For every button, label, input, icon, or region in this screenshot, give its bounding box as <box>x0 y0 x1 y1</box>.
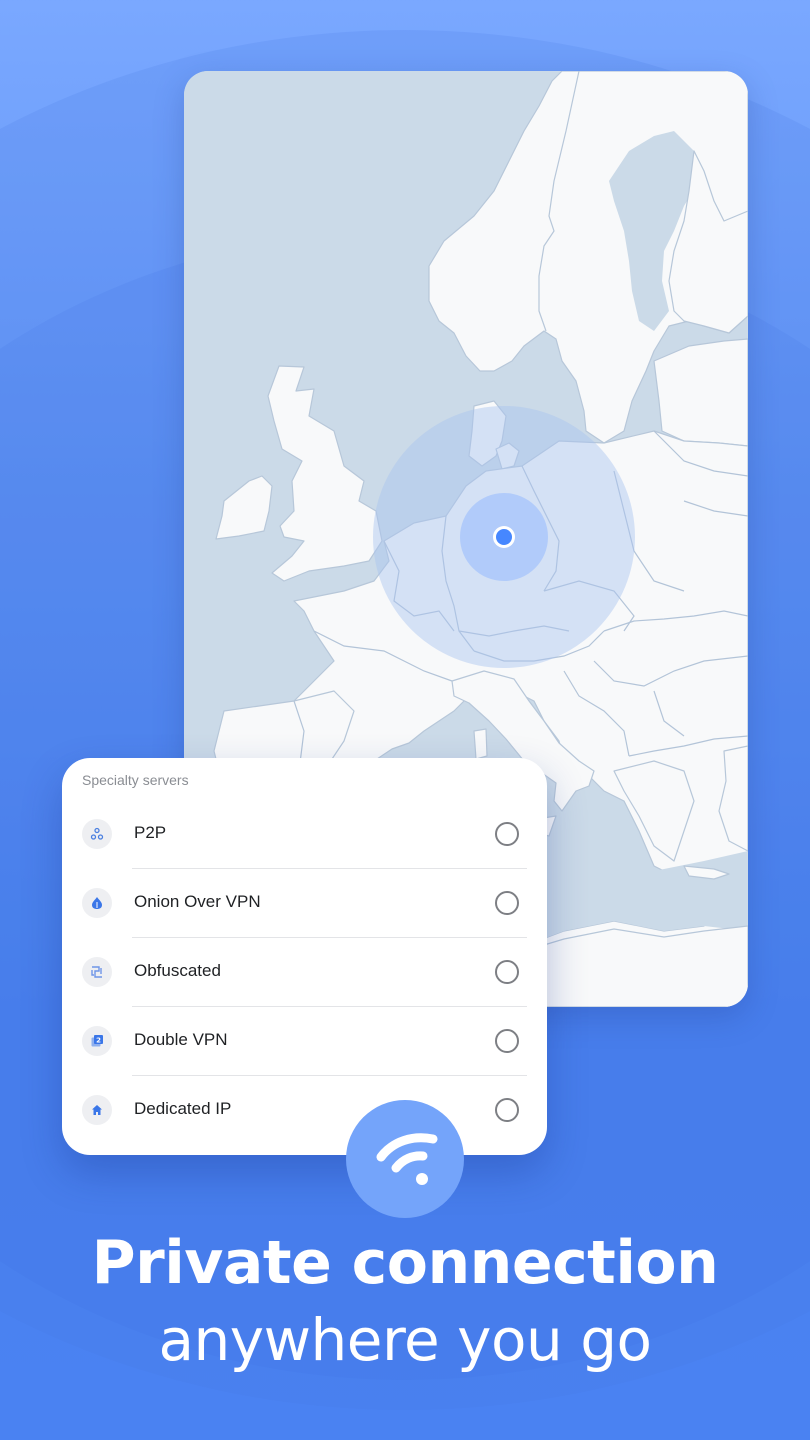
onion-icon <box>82 888 112 918</box>
specialty-servers-card: Specialty servers P2P Onion Over VPN Obf… <box>62 758 547 1155</box>
server-item-obfuscated[interactable]: Obfuscated <box>62 938 547 1007</box>
server-label: Onion Over VPN <box>134 892 261 911</box>
wifi-badge <box>346 1100 464 1218</box>
server-label: Double VPN <box>134 1030 228 1049</box>
wifi-icon <box>376 1133 438 1185</box>
p2p-icon <box>82 819 112 849</box>
server-label: Obfuscated <box>134 961 221 980</box>
headline-line-1: Private connection <box>91 1228 719 1298</box>
double-vpn-icon: 2 <box>82 1026 112 1056</box>
radio-button[interactable] <box>495 822 519 846</box>
server-item-double-vpn[interactable]: 2 Double VPN <box>62 1007 547 1076</box>
specialty-servers-title: Specialty servers <box>82 772 189 788</box>
headline-line-2: anywhere you go <box>158 1306 652 1374</box>
home-icon <box>82 1095 112 1125</box>
server-item-p2p[interactable]: P2P <box>62 800 547 869</box>
location-pin[interactable] <box>496 529 512 545</box>
svg-text:2: 2 <box>96 1037 101 1045</box>
server-label: P2P <box>134 823 167 842</box>
server-item-dedicated-ip[interactable]: Dedicated IP <box>62 1076 547 1145</box>
server-item-onion-over-vpn[interactable]: Onion Over VPN <box>62 869 547 938</box>
radio-button[interactable] <box>495 960 519 984</box>
obfuscated-icon <box>82 957 112 987</box>
sardinia <box>473 728 488 760</box>
radio-button[interactable] <box>495 1029 519 1053</box>
server-label: Dedicated IP <box>134 1099 232 1118</box>
radio-button[interactable] <box>495 891 519 915</box>
baltic-states <box>653 338 748 447</box>
radio-button[interactable] <box>495 1098 519 1122</box>
